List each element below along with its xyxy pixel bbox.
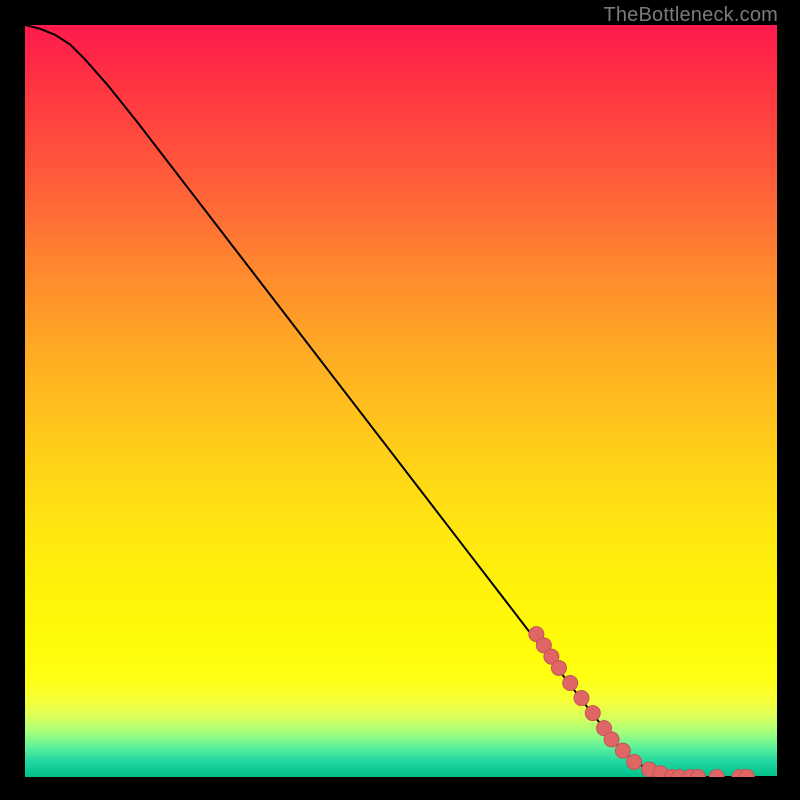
curve-path-group xyxy=(25,25,777,777)
data-marker xyxy=(563,676,578,691)
chart-stage: TheBottleneck.com xyxy=(0,0,800,800)
curve-layer xyxy=(25,25,777,777)
curve-path xyxy=(25,25,777,777)
markers-group xyxy=(529,627,755,777)
watermark-text: TheBottleneck.com xyxy=(603,4,778,27)
data-marker xyxy=(709,770,724,778)
data-marker xyxy=(585,706,600,721)
plot-area xyxy=(25,25,777,777)
data-marker xyxy=(574,691,589,706)
data-marker xyxy=(627,754,642,769)
data-marker xyxy=(615,743,630,758)
data-marker xyxy=(604,732,619,747)
data-marker xyxy=(551,660,566,675)
